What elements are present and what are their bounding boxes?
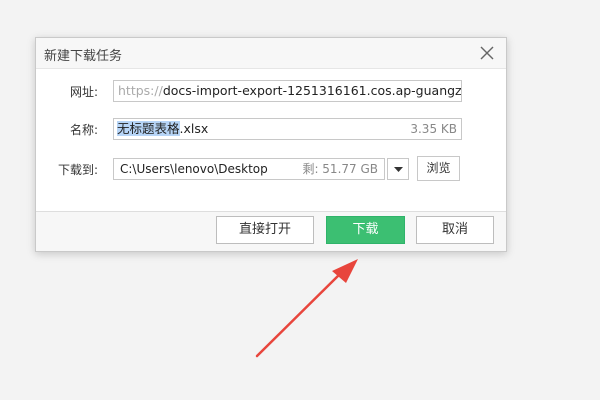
caret-down-icon [394,167,403,172]
close-button[interactable] [478,44,496,62]
url-scheme: https:// [118,83,163,98]
filename-extension: .xlsx [179,121,209,136]
path-dropdown-button[interactable] [387,158,409,180]
filename-input[interactable]: 无标题表格.xlsx 3.35 KB [113,118,462,140]
red-arrow-icon [255,259,358,358]
dialog-titlebar: 新建下载任务 [36,38,506,68]
close-icon [480,46,494,60]
filename-selected-text: 无标题表格 [117,121,180,136]
url-label: 网址: [69,85,98,99]
file-size: 3.35 KB [410,122,457,136]
free-space: 剩: 51.77 GB [302,162,378,176]
cancel-button[interactable]: 取消 [416,216,494,244]
download-path-text: C:\Users\lenovo\Desktop [120,162,268,176]
download-button[interactable]: 下载 [326,216,405,244]
path-label: 下载到: [57,163,98,177]
download-dialog: 新建下载任务 网址: https://docs-import-export-12… [35,37,507,252]
url-input[interactable]: https://docs-import-export-1251316161.co… [113,80,462,102]
open-directly-button[interactable]: 直接打开 [216,216,314,244]
dialog-body: 网址: https://docs-import-export-125131616… [36,68,506,212]
download-path-input[interactable]: C:\Users\lenovo\Desktop 剩: 51.77 GB [113,158,385,180]
name-label: 名称: [69,123,98,137]
dialog-title: 新建下载任务 [44,49,123,64]
browse-button[interactable]: 浏览 [417,156,460,181]
url-text: docs-import-export-1251316161.cos.ap-gua… [162,83,462,98]
